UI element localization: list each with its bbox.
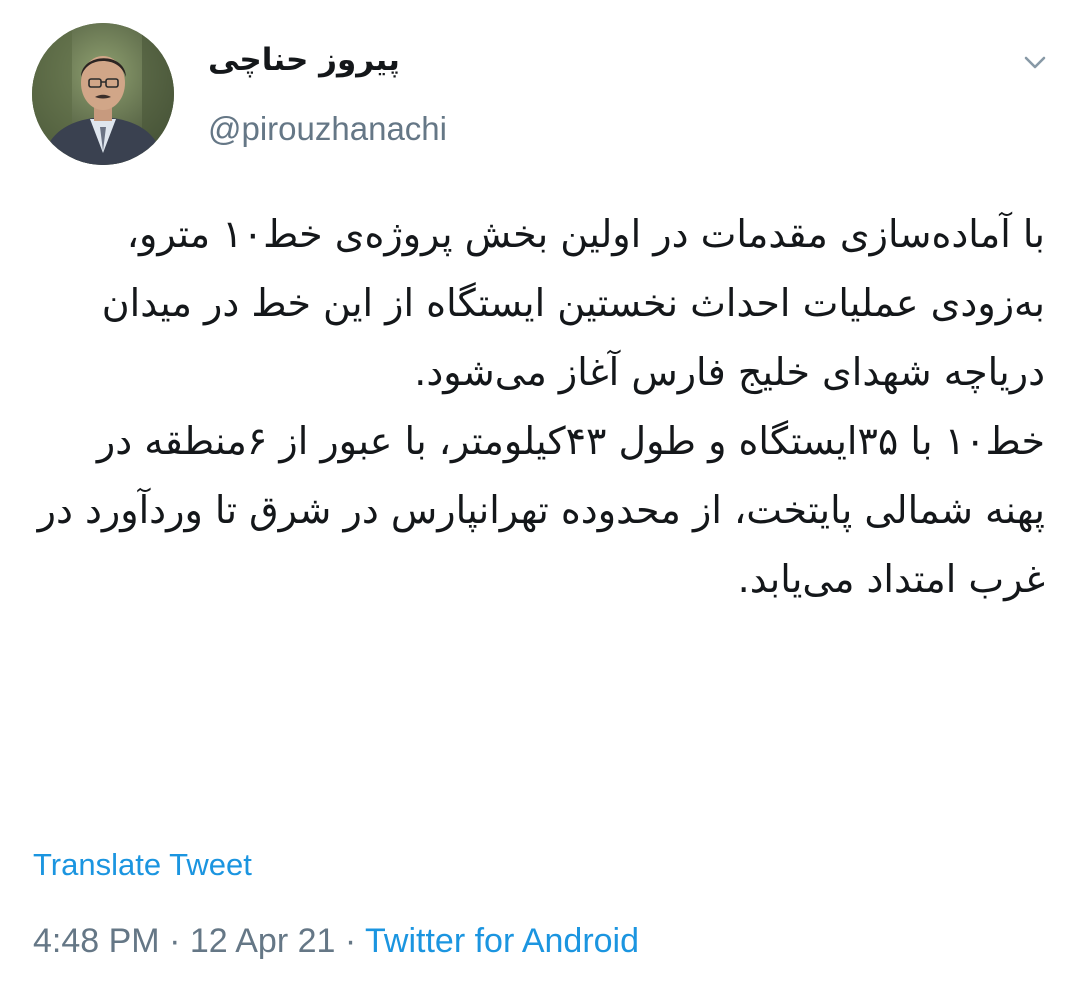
meta-separator: · <box>159 922 190 960</box>
user-handle[interactable]: @pirouzhanachi <box>208 110 447 148</box>
tweet-paragraph-1: با آماده‌سازی مقدمات در اولین بخش پروژه‌… <box>101 212 1045 394</box>
tweet-time[interactable]: 4:48 PM <box>33 922 160 960</box>
avatar[interactable] <box>32 23 174 165</box>
meta-separator: · <box>335 922 366 960</box>
tweet-card: پیروز حناچی @pirouzhanachi با آماده‌سازی… <box>0 0 1073 993</box>
tweet-paragraph-2: خط۱۰ با ۳۵ایستگاه و طول ۴۳کیلومتر، با عب… <box>37 419 1045 601</box>
tweet-source-link[interactable]: Twitter for Android <box>365 922 639 960</box>
tweet-date[interactable]: 12 Apr 21 <box>190 922 336 960</box>
tweet-text: با آماده‌سازی مقدمات در اولین بخش پروژه‌… <box>30 200 1045 614</box>
tweet-menu-button[interactable] <box>1015 46 1055 80</box>
translate-tweet-link[interactable]: Translate Tweet <box>33 847 252 883</box>
tweet-meta: 4:48 PM · 12 Apr 21 · Twitter for Androi… <box>33 922 639 961</box>
chevron-down-icon <box>1024 56 1046 69</box>
profile-photo-icon <box>32 23 174 165</box>
display-name[interactable]: پیروز حناچی <box>208 42 400 78</box>
